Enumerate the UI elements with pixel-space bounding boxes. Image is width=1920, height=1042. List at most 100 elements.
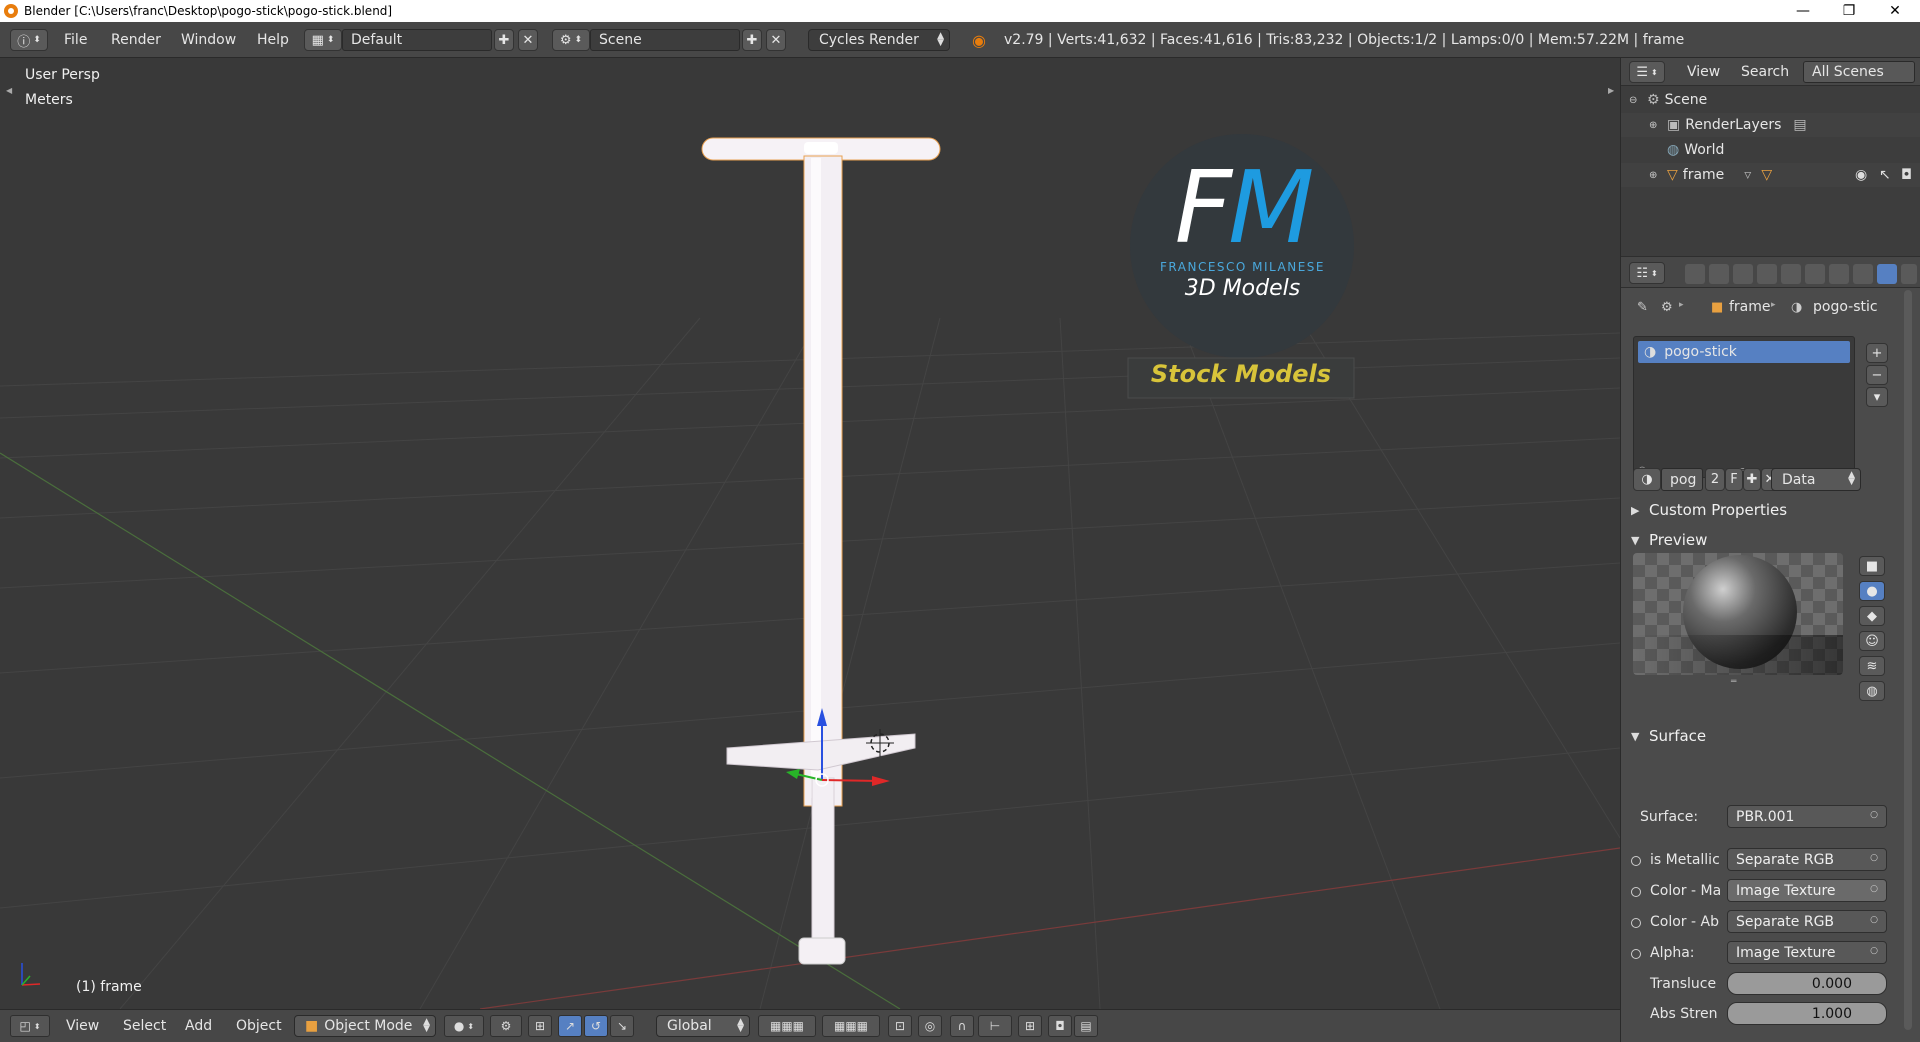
outliner-item-world[interactable]: ◍ World <box>1621 138 1920 162</box>
tab-render-icon[interactable] <box>1685 264 1705 284</box>
material-slot-item[interactable]: ◑ pogo-stick <box>1638 341 1850 363</box>
outliner-item-scene[interactable]: ⊖ ⚙ Scene <box>1621 88 1920 112</box>
socket-icon[interactable] <box>1631 887 1641 897</box>
preview-flat-button[interactable]: ■ <box>1859 556 1885 576</box>
pivot-point-button[interactable]: ⚙ <box>490 1015 522 1037</box>
manipulator-toggle-button[interactable]: ⊞ <box>528 1015 552 1037</box>
surface-panel-header[interactable]: ▼ Surface <box>1631 724 1907 748</box>
outliner-display-mode-select[interactable]: All Scenes <box>1803 61 1915 83</box>
snap-toggle-button[interactable]: ∩ <box>950 1015 974 1037</box>
expand-icon[interactable]: ⊕ <box>1649 120 1667 131</box>
delete-screen-button[interactable]: ✕ <box>518 29 538 51</box>
minimize-button[interactable]: — <box>1780 0 1826 22</box>
maximize-button[interactable]: ❐ <box>1826 0 1872 22</box>
menu-render[interactable]: Render <box>111 32 161 48</box>
tab-texture-icon[interactable] <box>1901 264 1917 284</box>
3d-viewport[interactable]: User Persp Meters FM FRANCESCO MILANESE … <box>0 58 1620 1009</box>
add-scene-button[interactable]: ✚ <box>742 29 762 51</box>
tab-material-icon[interactable] <box>1877 264 1897 284</box>
material-name-field[interactable]: pog <box>1661 468 1703 491</box>
input-alpha-select[interactable]: Image Texture ○ <box>1727 941 1887 964</box>
input-is-metallic-select[interactable]: Separate RGB ○ <box>1727 848 1887 871</box>
rotate-manipulator-button[interactable]: ↺ <box>584 1015 608 1037</box>
menu-file[interactable]: File <box>64 32 87 48</box>
opengl-anim-button[interactable]: ▤ <box>1074 1015 1098 1037</box>
custom-properties-panel-header[interactable]: ▶ Custom Properties <box>1631 498 1907 522</box>
scene-layers-group-1[interactable]: ▦▦▦ <box>758 1015 816 1037</box>
preview-panel-header[interactable]: ▼ Preview <box>1631 528 1907 552</box>
menu-outliner-search[interactable]: Search <box>1741 64 1789 80</box>
screen-layout-icon-button[interactable]: ▦ ⬍ <box>304 29 342 51</box>
screen-layout-field[interactable]: Default <box>342 29 492 51</box>
menu-view[interactable]: View <box>66 1018 99 1034</box>
menu-help[interactable]: Help <box>257 32 289 48</box>
preview-monkey-button[interactable]: ☺ <box>1859 631 1885 651</box>
tab-data-icon[interactable] <box>1853 264 1873 284</box>
scene-field[interactable]: Scene <box>590 29 740 51</box>
editor-type-outliner-button[interactable]: ☰ ⬍ <box>1629 61 1665 83</box>
remove-material-slot-button[interactable]: − <box>1866 365 1888 385</box>
scale-manipulator-button[interactable]: ↘ <box>610 1015 634 1037</box>
input-color-ab-select[interactable]: Separate RGB ○ <box>1727 910 1887 933</box>
preview-cube-button[interactable]: ◆ <box>1859 606 1885 626</box>
properties-shelf-toggle-icon[interactable]: ▶ <box>1608 86 1614 95</box>
tab-object-icon[interactable] <box>1781 264 1801 284</box>
tab-render-layers-icon[interactable] <box>1709 264 1729 284</box>
editor-type-properties-button[interactable]: ☷ ⬍ <box>1629 262 1665 284</box>
editor-type-3d-button[interactable]: ◰ ⬍ <box>10 1015 50 1037</box>
snap-element-button[interactable]: ⊢ <box>978 1015 1012 1037</box>
abs-strength-field[interactable]: 1.000 <box>1727 1002 1887 1025</box>
editor-type-info-button[interactable]: ⓘ ⬍ <box>10 29 48 51</box>
toolshelf-toggle-icon[interactable]: ◀ <box>6 86 12 95</box>
opengl-render-button[interactable]: ◘ <box>1048 1015 1072 1037</box>
add-material-slot-button[interactable]: + <box>1866 343 1888 363</box>
translate-manipulator-button[interactable]: ↗ <box>558 1015 582 1037</box>
menu-outliner-view[interactable]: View <box>1687 64 1720 80</box>
scene-icon-button[interactable]: ⚙ ⬍ <box>552 29 590 51</box>
close-window-button[interactable]: ✕ <box>1872 0 1918 22</box>
material-users-count[interactable]: 2 <box>1705 468 1725 491</box>
socket-icon[interactable] <box>1631 949 1641 959</box>
material-specials-button[interactable]: ▾ <box>1866 387 1888 407</box>
lock-layers-button[interactable]: ⊡ <box>888 1015 912 1037</box>
pin-icon[interactable]: ✎ <box>1637 300 1648 315</box>
render-engine-select[interactable]: Cycles Render ▲ ▼ <box>808 29 950 51</box>
translucency-field[interactable]: 0.000 <box>1727 972 1887 995</box>
new-material-button[interactable]: ✚ <box>1743 468 1761 491</box>
preview-hair-button[interactable]: ≋ <box>1859 656 1885 676</box>
menu-select[interactable]: Select <box>123 1018 166 1034</box>
menu-object[interactable]: Object <box>236 1018 282 1034</box>
scene-layers-group-2[interactable]: ▦▦▦ <box>822 1015 880 1037</box>
input-color-ma-select[interactable]: Image Texture ○ <box>1727 879 1887 902</box>
fake-user-button[interactable]: F <box>1725 468 1743 491</box>
tab-scene-icon[interactable] <box>1733 264 1753 284</box>
surface-shader-select[interactable]: PBR.001 ○ <box>1727 805 1887 828</box>
render-preview-button[interactable]: ⊞ <box>1018 1015 1042 1037</box>
proportional-editing-button[interactable]: ◎ <box>918 1015 942 1037</box>
collapse-icon[interactable]: ⊖ <box>1629 95 1647 106</box>
material-slot-list[interactable]: ◑ pogo-stick ═ ⊕ <box>1633 336 1855 478</box>
selectability-cursor-icon[interactable]: ↖ <box>1879 167 1891 183</box>
tab-constraints-icon[interactable] <box>1805 264 1825 284</box>
menu-add[interactable]: Add <box>185 1018 212 1034</box>
viewport-shading-button[interactable]: ● ⬍ <box>444 1015 484 1037</box>
material-link-select[interactable]: Data ▲ ▼ <box>1771 468 1861 491</box>
preview-resize-grip-icon[interactable]: ═ <box>1731 677 1736 687</box>
outliner-item-frame[interactable]: ⊕ ▽ frame ▿ ▽ ◉ ↖ ◘ <box>1621 163 1920 187</box>
add-screen-button[interactable]: ✚ <box>494 29 514 51</box>
tab-world-icon[interactable] <box>1757 264 1777 284</box>
socket-icon[interactable] <box>1631 856 1641 866</box>
tab-modifiers-icon[interactable] <box>1829 264 1849 284</box>
preview-world-button[interactable]: ◍ <box>1859 681 1885 701</box>
outliner-item-renderlayers[interactable]: ⊕ ▣ RenderLayers ▤ <box>1621 113 1920 137</box>
interaction-mode-select[interactable]: ■ Object Mode ▲ ▼ <box>294 1015 436 1037</box>
socket-icon[interactable] <box>1631 918 1641 928</box>
transform-orientation-select[interactable]: Global ▲ ▼ <box>656 1015 750 1037</box>
preview-sphere-button[interactable]: ● <box>1859 581 1885 601</box>
render-camera-icon[interactable]: ◘ <box>1901 167 1912 183</box>
expand-icon[interactable]: ⊕ <box>1649 170 1667 181</box>
properties-scrollbar[interactable] <box>1904 290 1912 1030</box>
delete-scene-button[interactable]: ✕ <box>766 29 786 51</box>
browse-material-button[interactable]: ◑ <box>1633 468 1661 491</box>
visibility-eye-icon[interactable]: ◉ <box>1855 167 1867 183</box>
